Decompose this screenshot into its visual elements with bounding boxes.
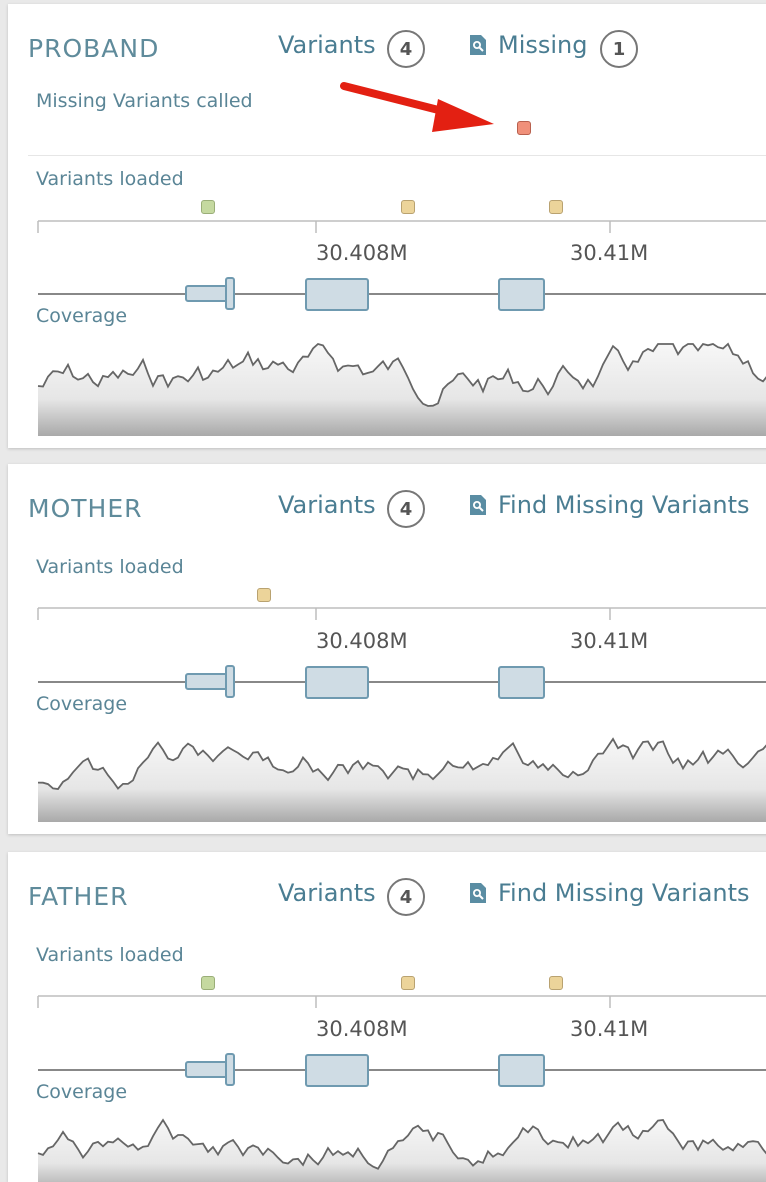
coverage-chart <box>37 737 766 822</box>
mother-panel: MOTHER Variants 4 Find Missing Variants … <box>8 464 766 834</box>
father-panel: FATHER Variants 4 Find Missing Variants … <box>8 852 766 1182</box>
coverage-chart <box>37 1118 766 1182</box>
coverage-chart <box>37 342 766 436</box>
proband-panel: PROBAND Variants 4 Missing 1 Missing Var… <box>8 4 766 448</box>
